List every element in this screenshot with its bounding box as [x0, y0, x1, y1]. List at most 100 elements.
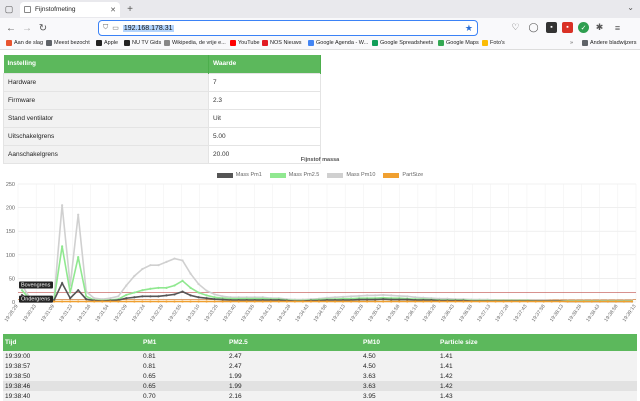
forward-button[interactable]: →	[20, 21, 34, 35]
x-tick-label: 19:36:43	[440, 304, 456, 324]
data-point	[149, 287, 152, 290]
data-point	[510, 300, 513, 303]
data-point	[149, 300, 152, 303]
data-point	[165, 300, 168, 303]
tab-list-chevron-icon[interactable]: ⌄	[627, 3, 634, 12]
legend-swatch	[269, 172, 286, 178]
mass-line-chart[interactable]: 05010015020025019:28:29 19:30:33 19:31:09 1…	[0, 178, 640, 330]
x-tick-label: 19:38:43	[585, 304, 601, 324]
extension-red-icon[interactable]: ▪	[562, 22, 573, 33]
x-tick-label: 19:37:13	[476, 304, 492, 324]
data-point	[518, 300, 521, 303]
bookmark-item[interactable]: Wikipedia, de vrije e...	[164, 40, 226, 46]
extensions-puzzle-icon[interactable]: ✱	[594, 22, 605, 33]
data-point	[382, 300, 385, 303]
data-point	[349, 295, 353, 298]
data-point	[77, 213, 80, 216]
bookmark-item[interactable]: Foto's	[482, 40, 505, 46]
bookmark-item[interactable]: Meest bezocht	[46, 40, 90, 46]
data-point	[406, 295, 409, 298]
data-point	[245, 300, 248, 303]
bookmark-star-icon[interactable]: ★	[465, 23, 473, 34]
menu-icon[interactable]: ≡	[612, 22, 623, 33]
table-row: Uitschakelgrens 5.00	[3, 126, 321, 146]
bookmark-item[interactable]: Aan de slag	[6, 40, 43, 46]
bookmark-item[interactable]: NOS Nieuws	[262, 40, 301, 46]
data-point	[414, 300, 417, 303]
data-point	[598, 300, 601, 303]
data-point	[374, 300, 377, 303]
bookmark-photos-icon	[482, 40, 488, 46]
data-point	[398, 294, 401, 297]
data-point	[534, 300, 537, 303]
x-tick-label: 19:33:25	[203, 304, 219, 324]
data-point	[277, 300, 280, 303]
data-point	[229, 300, 232, 303]
x-tick-label: 19:36:28	[422, 304, 438, 324]
settings-header-value: Waarde	[208, 55, 321, 73]
bookmark-sheets-icon	[372, 40, 378, 46]
cell-time: 19:38:46	[3, 381, 141, 391]
y-tick-label: 50	[9, 276, 15, 282]
bookmark-item[interactable]: YouTube	[230, 40, 260, 46]
x-tick-label: 19:28:29	[4, 304, 20, 324]
close-tab-icon[interactable]: ✕	[110, 6, 116, 14]
extension-check-icon[interactable]: ✓	[578, 22, 589, 33]
y-tick-label: 100	[6, 253, 15, 259]
data-point	[85, 300, 88, 303]
bookmark-nu-icon	[124, 40, 130, 46]
bookmark-item[interactable]: Google Spreadsheets	[372, 40, 433, 46]
data-point	[333, 296, 337, 299]
setting-name: Stand ventilator	[3, 108, 209, 128]
data-point	[470, 300, 473, 303]
cell-time: 19:38:57	[3, 361, 141, 371]
bookmarks-overflow-icon[interactable]: »	[570, 40, 573, 46]
data-point	[293, 300, 296, 303]
x-tick-label: 19:31:23	[58, 304, 74, 324]
bookmarks-bar: Aan de slag Meest bezocht Apple NU TV Gi…	[0, 38, 640, 50]
bookmark-firefox-icon	[6, 40, 12, 46]
data-point	[197, 291, 200, 294]
page-info-icon[interactable]: ▭	[112, 24, 119, 32]
bookmark-item[interactable]: NU TV Gids	[124, 40, 161, 46]
data-point	[205, 289, 208, 292]
x-tick-label: 19:35:13	[331, 304, 347, 324]
table-row: Firmware 2.3	[3, 90, 321, 110]
data-point	[382, 293, 385, 297]
bookmark-item[interactable]: Google Maps	[438, 40, 479, 46]
tab-overview-icon[interactable]: ▢	[0, 0, 18, 18]
back-button[interactable]: ←	[4, 21, 18, 35]
data-point	[93, 300, 96, 303]
data-point	[125, 297, 128, 300]
data-point	[165, 260, 168, 263]
url-text[interactable]: 192.168.178.31	[122, 24, 174, 32]
data-point	[606, 300, 610, 303]
data-point	[205, 294, 208, 297]
data-point	[77, 289, 80, 292]
data-point	[301, 300, 305, 303]
x-tick-label: 19:39:13	[622, 304, 638, 324]
new-tab-button[interactable]: +	[124, 2, 136, 16]
bookmark-maps-icon	[438, 40, 444, 46]
data-point	[53, 300, 56, 303]
data-point	[630, 300, 634, 303]
reload-button[interactable]: ↻	[36, 21, 50, 35]
data-point	[133, 274, 136, 278]
data-point	[253, 300, 256, 303]
extension-dark-icon[interactable]: ▪	[546, 22, 557, 33]
bookmark-folder-other[interactable]: Andere bladwijzers	[582, 40, 636, 46]
bookmark-item[interactable]: Apple	[96, 40, 118, 46]
cell-pm25: 1.99	[227, 371, 361, 381]
setting-value: 5.00	[208, 126, 321, 146]
address-bar[interactable]: ⛉ ▭ 192.168.178.31 ★	[98, 20, 478, 36]
shield-icon[interactable]: ⛉	[103, 24, 108, 32]
data-point	[341, 300, 345, 303]
data-point	[478, 300, 481, 303]
tab-fijnstofmeting[interactable]: Fijnstofmeting ✕	[20, 2, 120, 17]
x-tick-label: 19:35:58	[385, 304, 401, 324]
data-point	[189, 272, 192, 275]
account-icon[interactable]: ◯	[528, 22, 539, 33]
bookmark-item[interactable]: Google Agenda - W...	[308, 40, 368, 46]
pocket-icon[interactable]: ♡	[510, 22, 521, 33]
data-point	[61, 204, 64, 207]
